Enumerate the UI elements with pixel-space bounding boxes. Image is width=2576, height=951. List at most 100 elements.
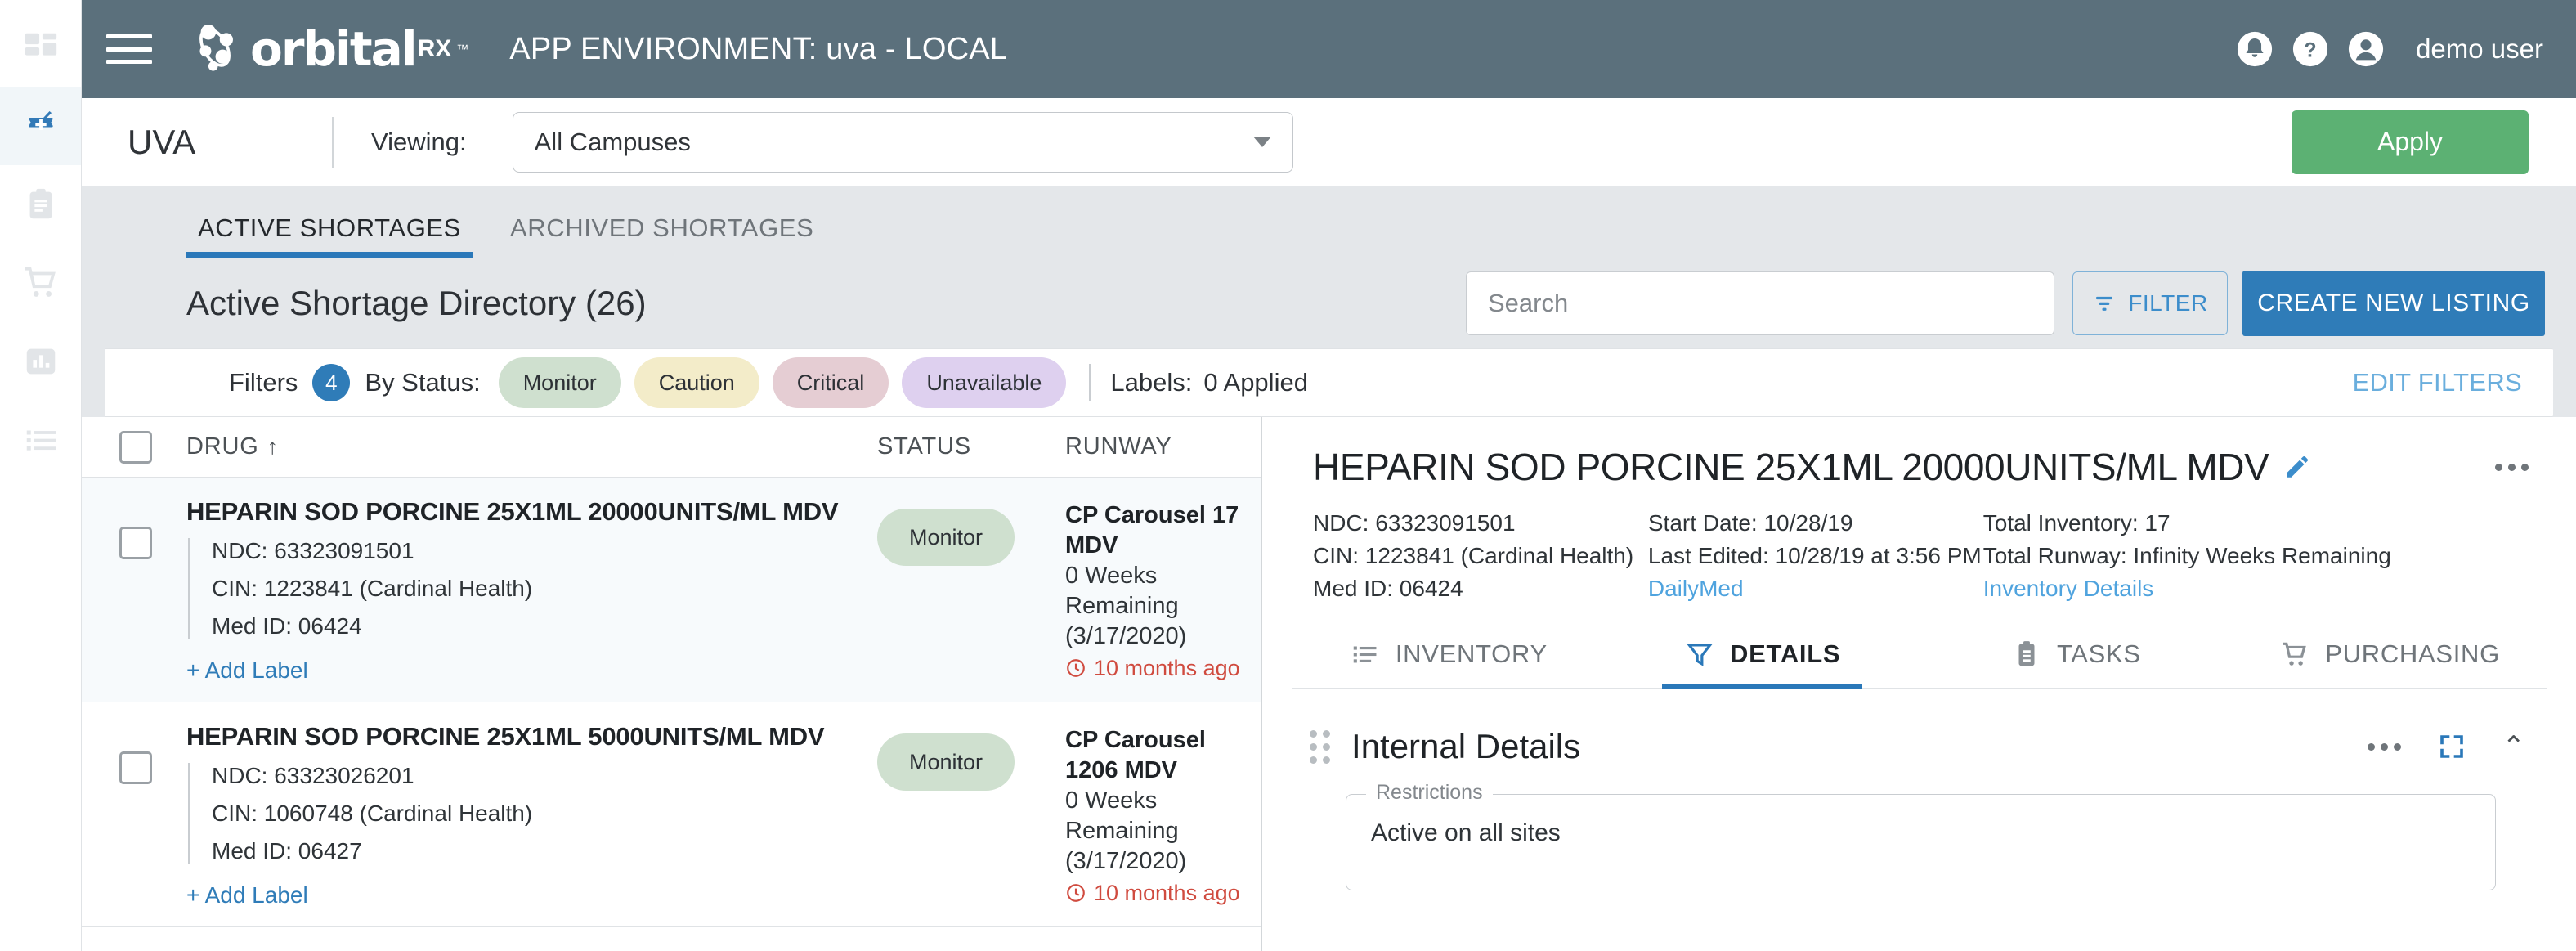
- search-box[interactable]: [1466, 271, 2054, 335]
- row-drug-info: HEPARIN SOD PORCINE 25X1ML 5000UNITS/ML …: [186, 722, 877, 908]
- filter-chip-caution[interactable]: Caution: [634, 357, 759, 408]
- column-header-drug-label: DRUG: [186, 433, 259, 460]
- sidebar-item-reports[interactable]: [0, 165, 81, 244]
- sidebar-item-pharmacy[interactable]: [0, 87, 81, 165]
- expand-icon[interactable]: [2437, 732, 2466, 761]
- drag-handle-icon[interactable]: [1310, 729, 1330, 764]
- inventory-details-link[interactable]: Inventory Details: [1983, 572, 2529, 605]
- column-header-drug[interactable]: DRUG ↑: [186, 433, 877, 460]
- pencil-icon[interactable]: [2283, 453, 2311, 481]
- tab-purchasing[interactable]: PURCHASING: [2233, 629, 2547, 688]
- username-label[interactable]: demo user: [2416, 34, 2543, 65]
- sidebar-item-dashboard[interactable]: [0, 8, 81, 87]
- select-all-checkbox[interactable]: [119, 430, 152, 464]
- filters-label: Filters: [229, 368, 298, 397]
- hamburger-icon[interactable]: [106, 31, 152, 67]
- table-row[interactable]: HEPARIN SOD PORCINE 25X1ML 20000UNITS/ML…: [82, 478, 1261, 702]
- row-meta: NDC: 63323026201 CIN: 1060748 (Cardinal …: [188, 763, 877, 864]
- detail-meta-col-identifiers: NDC: 63323091501 CIN: 1223841 (Cardinal …: [1313, 507, 1648, 604]
- by-status-label: By Status:: [365, 368, 481, 397]
- clock-icon: [1067, 659, 1085, 677]
- table-row[interactable]: HEPARIN SOD PORCINE 25X5ML 1000UNITS/ML …: [82, 927, 1261, 951]
- table-header: DRUG ↑ STATUS RUNWAY: [82, 417, 1261, 478]
- sidebar-item-analytics[interactable]: [0, 322, 81, 401]
- cart-icon: [25, 267, 56, 297]
- detail-tabs: INVENTORY DETAILS TASKS PURCHASING: [1292, 629, 2547, 690]
- labels-label: Labels:: [1110, 368, 1193, 397]
- tab-purchasing-label: PURCHASING: [2325, 639, 2500, 669]
- account-icon[interactable]: [2347, 30, 2385, 68]
- tab-inventory[interactable]: INVENTORY: [1292, 629, 1606, 688]
- filter-chip-unavailable[interactable]: Unavailable: [902, 357, 1067, 408]
- tab-active-shortages[interactable]: ACTIVE SHORTAGES: [186, 213, 473, 258]
- runway-date: (3/17/2020): [1065, 623, 1187, 650]
- internal-details-card: Internal Details ⌃ Restrictions Active o…: [1262, 689, 2576, 891]
- detail-total-inventory: Total Inventory: 17: [1982, 510, 2171, 536]
- apply-button[interactable]: Apply: [2292, 110, 2529, 174]
- campus-select[interactable]: All Campuses: [512, 111, 1293, 173]
- restrictions-field: Restrictions Active on all sites: [1346, 781, 2496, 891]
- add-label-link[interactable]: + Add Label: [186, 657, 877, 684]
- create-new-listing-button[interactable]: CREATE NEW LISTING: [2242, 271, 2545, 336]
- kebab-icon[interactable]: [2495, 463, 2529, 471]
- detail-header: HEPARIN SOD PORCINE 25X1ML 20000UNITS/ML…: [1262, 417, 2576, 489]
- table-row[interactable]: HEPARIN SOD PORCINE 25X1ML 5000UNITS/ML …: [82, 702, 1261, 927]
- row-ndc: NDC: 63323026201: [212, 763, 414, 788]
- tab-archived-shortages[interactable]: ARCHIVED SHORTAGES: [499, 213, 825, 258]
- row-drug-name: HEPARIN SOD PORCINE 25X1ML 20000UNITS/ML…: [186, 497, 839, 526]
- column-header-runway[interactable]: RUNWAY: [1065, 433, 1261, 460]
- filter-chip-critical[interactable]: Critical: [772, 357, 889, 408]
- help-icon[interactable]: ?: [2292, 30, 2329, 68]
- tab-tasks[interactable]: TASKS: [1920, 629, 2233, 688]
- list-icon: [26, 430, 56, 451]
- filter-icon: [2096, 296, 2113, 311]
- kebab-icon[interactable]: [2367, 742, 2401, 751]
- list-icon: [1353, 646, 1377, 663]
- tab-details[interactable]: DETAILS: [1606, 629, 1920, 690]
- app-root: orbital RX ™ APP ENVIRONMENT: uva - LOCA…: [0, 0, 2576, 951]
- detail-med-id: Med ID: 06424: [1313, 575, 1463, 601]
- row-checkbox[interactable]: [119, 751, 152, 784]
- brand-wordmark: orbital: [250, 21, 418, 77]
- runway-date: (3/17/2020): [1065, 848, 1187, 875]
- row-status-cell: Monitor: [877, 722, 1065, 791]
- filter-chip-monitor[interactable]: Monitor: [498, 357, 621, 408]
- brand-trademark: ™: [456, 42, 469, 56]
- content-split: DRUG ↑ STATUS RUNWAY HEPARIN SOD PORCINE …: [82, 417, 2576, 951]
- runway-ago-label: 10 months ago: [1094, 880, 1240, 905]
- add-label-link[interactable]: + Add Label: [186, 882, 877, 908]
- brand-logo-group: orbital RX ™: [185, 19, 468, 79]
- detail-meta-col-dates: Start Date: 10/28/19 Last Edited: 10/28/…: [1648, 507, 1983, 604]
- detail-title: HEPARIN SOD PORCINE 25X1ML 20000UNITS/ML…: [1313, 446, 2269, 488]
- chevron-up-icon[interactable]: ⌃: [2502, 733, 2526, 760]
- shortage-tabs: ACTIVE SHORTAGES ARCHIVED SHORTAGES: [82, 186, 2576, 258]
- column-header-status[interactable]: STATUS: [877, 433, 1065, 460]
- detail-cin: CIN: 1223841 (Cardinal Health): [1313, 542, 1634, 568]
- divider: [332, 116, 334, 168]
- cart-icon: [2283, 643, 2307, 666]
- svg-text:?: ?: [2304, 39, 2316, 62]
- dailymed-link[interactable]: DailyMed: [1648, 572, 1983, 605]
- search-input[interactable]: [1488, 289, 2032, 318]
- status-badge: Monitor: [877, 509, 1015, 566]
- main-region: orbital RX ™ APP ENVIRONMENT: uva - LOCA…: [82, 0, 2576, 951]
- row-drug-name: HEPARIN SOD PORCINE 25X5ML 1000UNITS/ML …: [186, 947, 877, 951]
- sidebar-item-lists[interactable]: [0, 401, 81, 479]
- edit-filters-link[interactable]: EDIT FILTERS: [2353, 368, 2522, 397]
- tab-details-label: DETAILS: [1730, 639, 1841, 669]
- filters-row: Filters 4 By Status: Monitor Caution Cri…: [105, 348, 2553, 417]
- row-ndc: NDC: 63323091501: [212, 538, 414, 563]
- card-title: Internal Details: [1351, 727, 1581, 766]
- row-checkbox[interactable]: [119, 527, 152, 559]
- row-cin: CIN: 1223841 (Cardinal Health): [212, 576, 533, 601]
- funnel-icon: [1687, 644, 1713, 666]
- divider: [1089, 364, 1091, 401]
- detail-total-runway: Total Runway: Infinity Weeks Remaining: [1982, 542, 2391, 568]
- card-actions: ⌃: [2367, 732, 2526, 761]
- detail-start-date: Start Date: 10/28/19: [1647, 510, 1853, 536]
- sidebar-item-purchasing[interactable]: [0, 244, 81, 322]
- bell-icon[interactable]: [2236, 30, 2274, 68]
- row-status-cell: Monitor: [877, 497, 1065, 566]
- runway-ago: 10 months ago: [1065, 656, 1261, 681]
- filter-button[interactable]: FILTER: [2072, 271, 2228, 335]
